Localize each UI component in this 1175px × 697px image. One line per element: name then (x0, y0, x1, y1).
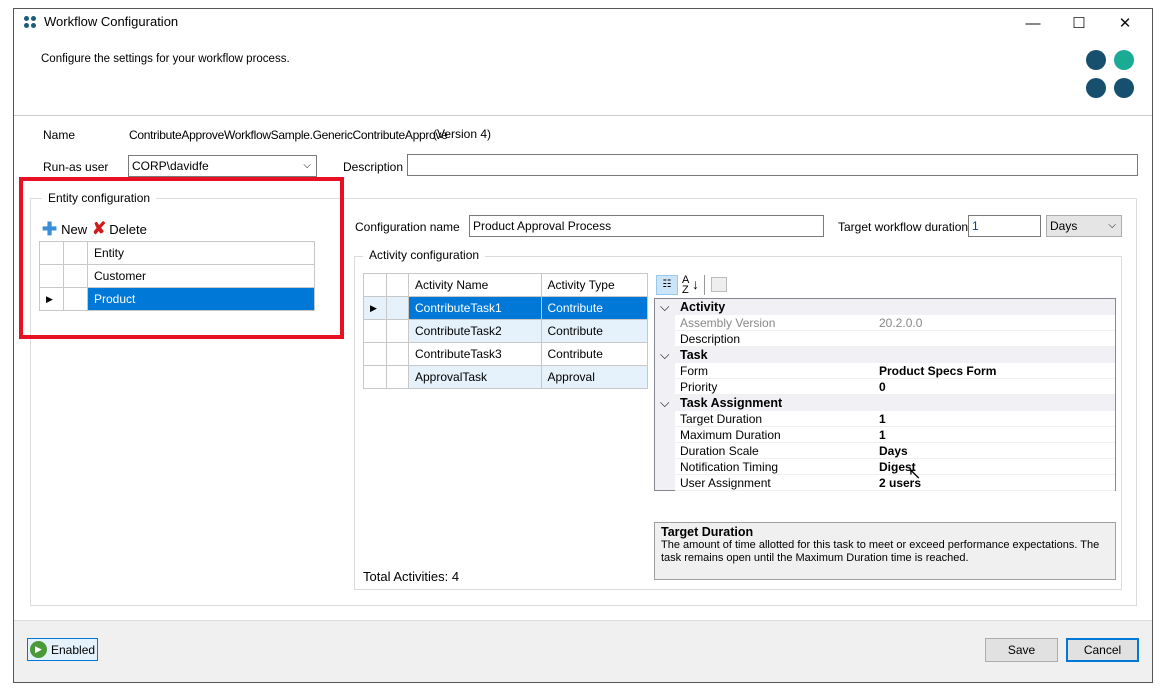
category-name: Task (680, 348, 708, 362)
activity-type-cell[interactable]: Contribute (540, 342, 648, 366)
property-row[interactable]: Target Duration 1 (655, 411, 1115, 427)
runas-label: Run-as user (43, 160, 109, 174)
activity-name-cell[interactable]: ContributeTask2 (408, 319, 542, 343)
cancel-button[interactable]: Cancel (1066, 638, 1139, 662)
runas-value: CORP\davidfe (132, 159, 209, 173)
activity-group-label: Activity configuration (363, 248, 486, 262)
property-row[interactable]: Form Product Specs Form (655, 363, 1115, 379)
property-name: Duration Scale (680, 444, 759, 458)
brand-dot-icon (1086, 50, 1106, 70)
toolbar-separator (704, 275, 705, 295)
table-row[interactable]: ContributeTask2 Contribute (363, 319, 648, 343)
activity-type-header[interactable]: Activity Type (540, 273, 648, 297)
property-row[interactable]: Duration Scale Days (655, 443, 1115, 459)
table-row[interactable]: ▶ ContributeTask1 Contribute (363, 296, 648, 320)
property-pages-icon[interactable] (711, 277, 727, 292)
brand-dot-icon (1114, 50, 1134, 70)
header-subtitle: Configure the settings for your workflow… (41, 53, 290, 65)
property-value[interactable]: Product Specs Form (879, 363, 996, 379)
help-title: Target Duration (661, 525, 754, 539)
config-name-label: Configuration name (355, 220, 460, 234)
property-name: User Assignment (680, 476, 771, 490)
maximize-button[interactable]: ☐ (1056, 8, 1102, 38)
property-name: Form (680, 364, 708, 378)
sort-alphabetical-icon[interactable]: AZ (682, 275, 689, 296)
duration-input[interactable]: 1 (968, 215, 1041, 237)
property-category[interactable]: ⌵ Activity (655, 299, 1115, 315)
activity-name-cell[interactable]: ContributeTask1 (408, 296, 542, 320)
row-indicator-icon: ▶ (363, 296, 387, 320)
brand-dot-icon (1086, 78, 1106, 98)
close-button[interactable]: ✕ (1102, 8, 1148, 38)
property-value[interactable]: 0 (879, 379, 886, 395)
property-row[interactable]: Description (655, 331, 1115, 347)
name-label: Name (43, 128, 76, 142)
version-label: (Version 4) (433, 127, 492, 141)
property-value[interactable]: 20.2.0.0 (879, 315, 922, 331)
category-name: Activity (680, 300, 726, 314)
property-row[interactable]: Notification Timing Digest (655, 459, 1115, 475)
activity-type-cell[interactable]: Approval (540, 365, 648, 389)
chevron-down-icon[interactable]: ⌵ (660, 299, 669, 315)
activity-table: Activity Name Activity Type ▶ ContributeTa… (363, 273, 648, 389)
property-name: Maximum Duration (680, 428, 781, 442)
enabled-toggle-button[interactable]: ▶ Enabled (27, 638, 98, 661)
activity-type-cell[interactable]: Contribute (540, 319, 648, 343)
property-value[interactable]: Days (879, 443, 908, 459)
activity-name-header[interactable]: Activity Name (408, 273, 542, 297)
footer-bar (14, 620, 1152, 682)
property-name: Assembly Version (680, 316, 776, 330)
property-grid: ⌵ Activity Assembly Version 20.2.0.0 Descrip… (654, 298, 1116, 491)
brand-dot-icon (1114, 78, 1134, 98)
runas-user-select[interactable]: CORP\davidfe ⌵ (128, 155, 317, 177)
property-name: Priority (680, 380, 718, 394)
config-name-input[interactable]: Product Approval Process (469, 215, 824, 237)
total-activities: Total Activities: 4 (363, 569, 460, 584)
name-value: ContributeApproveWorkflowSample.GenericC… (129, 128, 448, 142)
activity-name-cell[interactable]: ContributeTask3 (408, 342, 542, 366)
minimize-button[interactable]: — (1010, 8, 1056, 38)
activity-type-cell[interactable]: Contribute (540, 296, 648, 320)
highlight-box (19, 177, 344, 339)
chevron-down-icon[interactable]: ⌵ (660, 395, 669, 411)
property-name: Description (680, 332, 741, 346)
chevron-down-icon: ⌵ (303, 160, 311, 171)
duration-label: Target workflow duration (838, 220, 969, 234)
property-category[interactable]: ⌵ Task (655, 347, 1115, 363)
property-category[interactable]: ⌵ Task Assignment (655, 395, 1115, 411)
property-name: Notification Timing (680, 460, 779, 474)
property-row[interactable]: User Assignment 2 users (655, 475, 1115, 491)
property-row[interactable]: Assembly Version 20.2.0.0 (655, 315, 1115, 331)
property-value[interactable]: 1 (879, 411, 886, 427)
play-icon: ▶ (30, 641, 47, 658)
property-row[interactable]: Maximum Duration 1 (655, 427, 1115, 443)
activity-name-cell[interactable]: ApprovalTask (408, 365, 542, 389)
enabled-label: Enabled (51, 642, 96, 657)
description-input[interactable] (407, 154, 1138, 176)
category-name: Task Assignment (680, 396, 783, 410)
table-row[interactable]: ApprovalTask Approval (363, 365, 648, 389)
property-name: Target Duration (680, 412, 763, 426)
table-row[interactable]: ContributeTask3 Contribute (363, 342, 648, 366)
property-value[interactable]: 1 (879, 427, 886, 443)
app-logo-icon (24, 16, 37, 29)
window-title: Workflow Configuration (44, 14, 179, 29)
chevron-down-icon: ⌵ (1108, 220, 1116, 231)
description-label: Description (343, 160, 404, 174)
help-text: The amount of time allotted for this tas… (661, 539, 1100, 564)
save-button[interactable]: Save (985, 638, 1058, 662)
mouse-cursor-icon: ↖ (908, 466, 922, 483)
duration-unit-value: Days (1050, 219, 1078, 233)
chevron-down-icon[interactable]: ⌵ (660, 347, 669, 363)
property-row[interactable]: Priority 0 (655, 379, 1115, 395)
categorized-view-icon[interactable]: ☷ (656, 275, 678, 295)
sort-arrow-icon: ↓ (692, 276, 699, 292)
header-divider (14, 115, 1152, 116)
duration-unit-select[interactable]: Days ⌵ (1046, 215, 1122, 237)
property-help-panel: Target Duration The amount of time allot… (654, 522, 1116, 580)
